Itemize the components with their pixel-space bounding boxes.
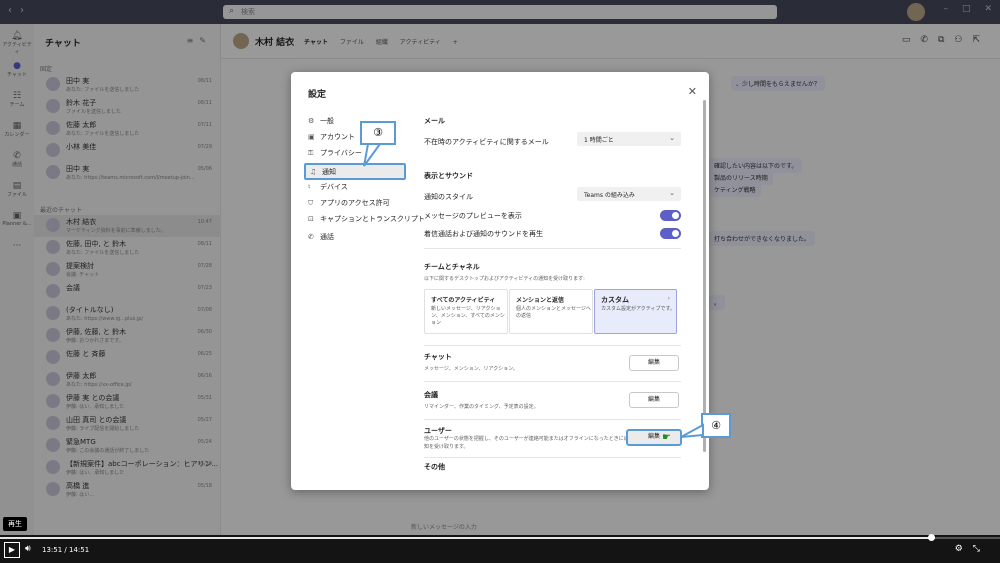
settings-menu-privacy[interactable]: ⚿ プライバシー [308, 148, 408, 162]
sound-label: 着信通話および通知のサウンドを再生 [424, 230, 543, 238]
user-desc: 他のユーザーの状態を把握し、そのユーザーが連絡可能またはオフラインになったときに… [424, 436, 629, 450]
time-display: 13:51 / 14:51 [42, 546, 90, 554]
teams-heading: チームとチャネル [424, 263, 480, 271]
account-icon: ▣ [308, 133, 315, 141]
meeting-desc: リマインダー、作業のタイミング、予定表の設定。 [424, 404, 539, 410]
mail-heading: メール [424, 117, 445, 125]
notification-style-label: 通知のスタイル [424, 193, 473, 201]
headset-icon: ♮ [308, 183, 311, 191]
user-edit-button[interactable]: 編集 [626, 429, 682, 446]
notification-style-dropdown[interactable]: Teams の組み込み ⌄ [577, 187, 681, 201]
chat-desc: メッセージ、メンション、リアクション。 [424, 366, 518, 372]
settings-menu-devices[interactable]: ♮ デバイス [308, 182, 408, 196]
meeting-heading: 会議 [424, 391, 438, 399]
chevron-right-icon: › [667, 295, 670, 302]
step-4-callout-pointer [680, 423, 704, 438]
dialog-title: 設定 [308, 90, 327, 100]
display-heading: 表示とサウンド [424, 172, 473, 180]
close-icon[interactable]: ✕ [688, 85, 697, 98]
other-heading: その他 [424, 463, 445, 471]
lock-icon: ⚿ [308, 149, 314, 157]
mail-frequency-dropdown[interactable]: 1 時間ごと ⌄ [577, 132, 681, 146]
play-button[interactable]: ▶ [4, 542, 20, 558]
shield-icon: ⛉ [308, 199, 314, 207]
chevron-down-icon: ⌄ [669, 189, 675, 197]
chat-heading: チャット [424, 353, 452, 361]
step-3-callout-pointer [363, 143, 382, 167]
cc-icon: ⊡ [308, 215, 314, 223]
hand-cursor-icon: ☛ [662, 432, 671, 443]
settings-menu-calls[interactable]: ✆ 通話 [308, 232, 408, 246]
player-right-controls: ⚙⤡ [955, 544, 990, 554]
step-4-callout: ④ [701, 413, 731, 438]
settings-dialog: 設定 ✕ ⚙ 一般 ▣ アカウント ⚿ プライバシー ♫ 通知 ♮ デバイス ⛉ アプリのア… [291, 72, 709, 490]
fullscreen-exit-icon[interactable]: ⤡ [973, 544, 990, 554]
card-mentions-replies[interactable]: メンションと返信 個人のメンションとメッセージへの返信 [509, 289, 593, 334]
card-custom[interactable]: カスタム › カスタム設定がアクティブです。 [594, 289, 677, 334]
settings-menu-notifications[interactable]: ♫ 通知 [304, 163, 406, 180]
progress-handle[interactable] [928, 534, 935, 541]
settings-menu-app-permissions[interactable]: ⛉ アプリのアクセス許可 [308, 198, 408, 212]
progress-bar[interactable] [0, 534, 1000, 541]
volume-icon[interactable]: 🔊︎ [25, 544, 31, 554]
play-tooltip: 再生 [3, 517, 27, 531]
settings-menu-captions[interactable]: ⊡ キャプションとトランスクリプト [308, 214, 426, 228]
gear-icon[interactable]: ⚙ [955, 544, 973, 554]
card-all-activity[interactable]: すべてのアクティビティ 新しいメッセージ、リアクション、メンション、すべてのメンシ… [424, 289, 508, 334]
mail-label: 不在時のアクティビティに関するメール [424, 138, 549, 146]
sound-toggle[interactable] [660, 228, 681, 239]
preview-label: メッセージのプレビューを表示 [424, 212, 522, 220]
teams-app: ‹› ⌕ 検索 – □ ✕ 🔔︎ アクティビティ ● チャット ☷ チーム ▦ カレンダー … [0, 0, 1000, 535]
video-player-controls: ▶ 🔊︎ 13:51 / 14:51 ⚙⤡ [0, 534, 1000, 563]
gear-icon: ⚙ [308, 117, 315, 125]
bell-icon: ♫ [310, 168, 317, 176]
teams-desc: 以下に関するデスクトップおよびアクティビティの通知を受け取ります: [424, 276, 585, 282]
chevron-down-icon: ⌄ [669, 134, 675, 142]
preview-toggle[interactable] [660, 210, 681, 221]
meeting-edit-button[interactable]: 編集 [629, 392, 679, 408]
dialog-scrollbar[interactable] [703, 100, 706, 452]
phone-icon: ✆ [308, 233, 314, 241]
chat-edit-button[interactable]: 編集 [629, 355, 679, 371]
